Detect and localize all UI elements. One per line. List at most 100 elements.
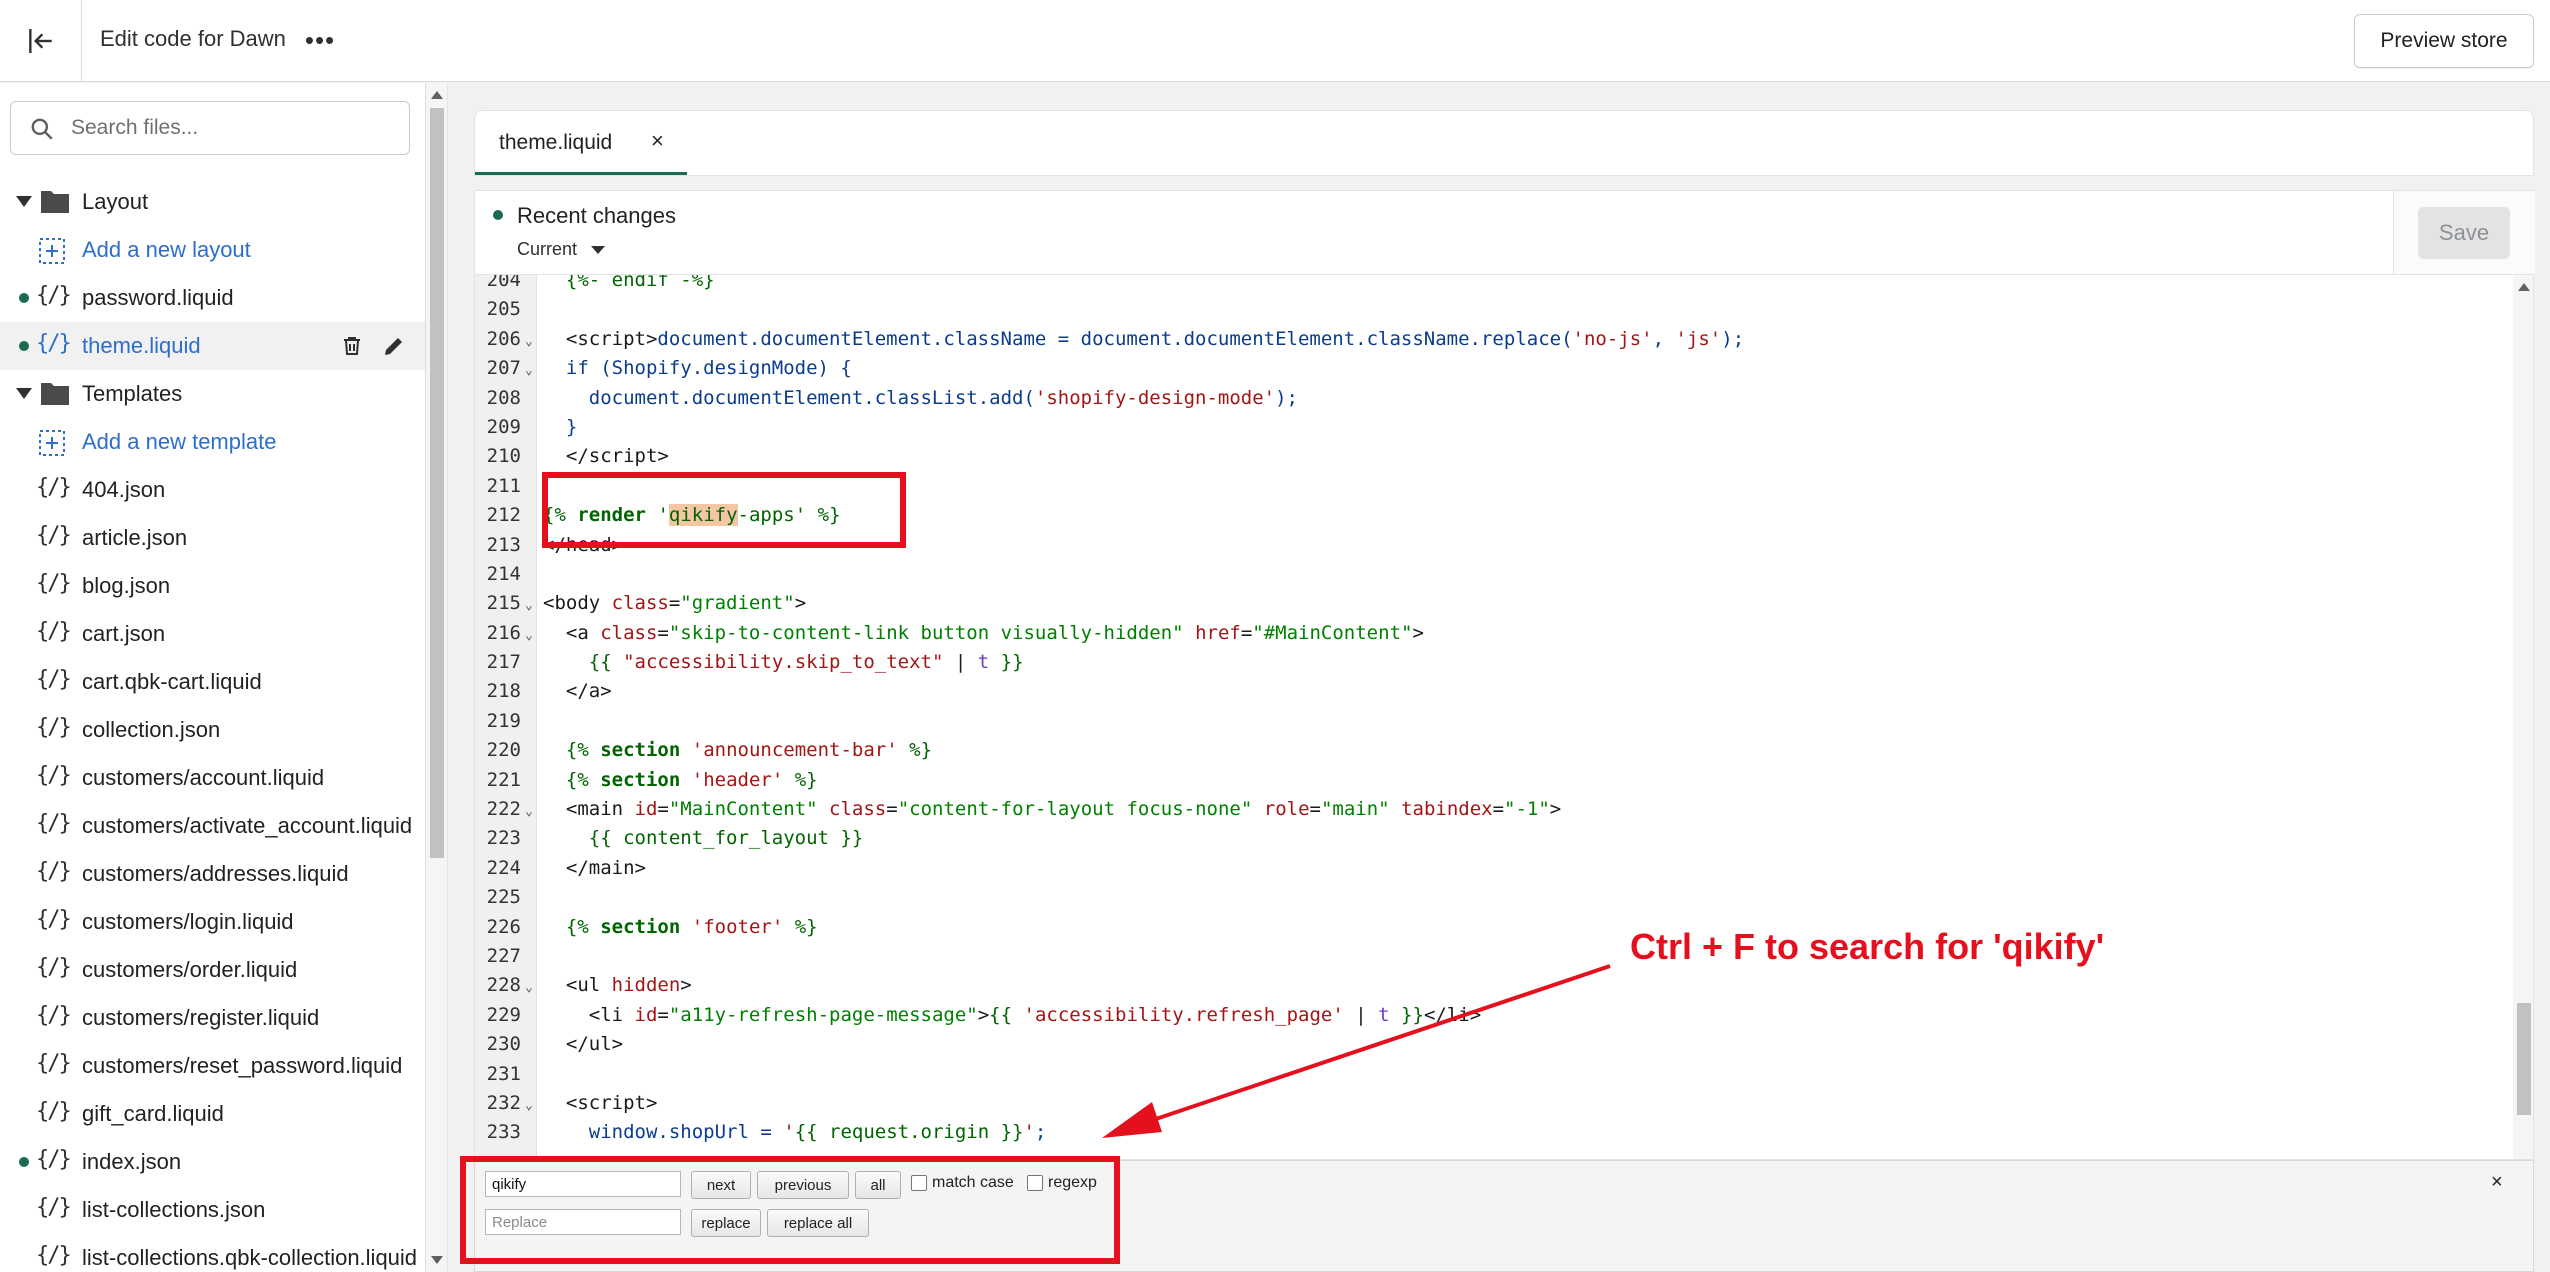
file-item-customers-login-liquid[interactable]: {/} customers/login.liquid [0, 898, 425, 946]
file-item-gift-card-liquid[interactable]: {/} gift_card.liquid [0, 1090, 425, 1138]
code-text[interactable]: </ul> [543, 1030, 623, 1059]
code-editor[interactable]: 204 {%- endif -%} 205 206 ⌄ <script>documen… [474, 274, 2534, 1160]
editor-scrollbar[interactable] [2513, 275, 2533, 1159]
code-line[interactable]: 204 {%- endif -%} [475, 275, 2505, 295]
code-line[interactable]: 221 {% section 'header' %} [475, 766, 2505, 795]
code-text[interactable]: window.shopUrl = '{{ request.origin }}'; [543, 1118, 1047, 1147]
code-text[interactable]: {{ "accessibility.skip_to_text" | t }} [543, 648, 1024, 677]
code-line[interactable]: 226 {% section 'footer' %} [475, 913, 2505, 942]
save-button[interactable]: Save [2418, 207, 2510, 259]
fold-icon[interactable]: ⌄ [525, 1091, 533, 1120]
file-item-index-json[interactable]: {/} index.json [0, 1138, 425, 1186]
file-item-collection-json[interactable]: {/} collection.json [0, 706, 425, 754]
scroll-up-icon[interactable] [2518, 283, 2530, 291]
file-item-cart-qbk-cart-liquid[interactable]: {/} cart.qbk-cart.liquid [0, 658, 425, 706]
scrollbar-thumb[interactable] [430, 108, 444, 858]
more-actions-button[interactable]: ••• [302, 22, 338, 58]
file-item-article-json[interactable]: {/} article.json [0, 514, 425, 562]
code-text[interactable]: } [543, 413, 577, 442]
code-line[interactable]: 208 document.documentElement.classList.a… [475, 384, 2505, 413]
code-line[interactable]: 228 ⌄ <ul hidden> [475, 971, 2505, 1000]
code-text[interactable]: <script>document.documentElement.classNa… [543, 325, 1744, 354]
code-line[interactable]: 224 </main> [475, 854, 2505, 883]
code-text[interactable]: <a class="skip-to-content-link button vi… [543, 619, 1424, 648]
chevron-down-icon[interactable] [591, 246, 605, 254]
code-line[interactable]: 231 [475, 1060, 2505, 1089]
fold-icon[interactable]: ⌄ [525, 327, 533, 356]
file-item-customers-order-liquid[interactable]: {/} customers/order.liquid [0, 946, 425, 994]
add-link-add-a-new-template[interactable]: Add a new template [0, 418, 425, 466]
code-text[interactable]: <ul hidden> [543, 971, 692, 1000]
code-text[interactable]: <body class="gradient"> [543, 589, 806, 618]
code-text[interactable]: {% section 'header' %} [543, 766, 818, 795]
code-text[interactable]: {% section 'footer' %} [543, 913, 818, 942]
code-line[interactable]: 207 ⌄ if (Shopify.designMode) { [475, 354, 2505, 383]
code-line[interactable]: 217 {{ "accessibility.skip_to_text" | t … [475, 648, 2505, 677]
code-line[interactable]: 216 ⌄ <a class="skip-to-content-link butt… [475, 619, 2505, 648]
trash-icon[interactable] [340, 334, 364, 358]
file-item-theme-liquid[interactable]: {/} theme.liquid [0, 322, 425, 370]
code-line[interactable]: 210 </script> [475, 442, 2505, 471]
fold-icon[interactable]: ⌄ [525, 797, 533, 826]
code-line[interactable]: 222 ⌄ <main id="MainContent" class="conte… [475, 795, 2505, 824]
add-link-add-a-new-layout[interactable]: Add a new layout [0, 226, 425, 274]
file-item-password-liquid[interactable]: {/} password.liquid [0, 274, 425, 322]
code-text[interactable]: {{ content_for_layout }} [543, 824, 864, 853]
code-line[interactable]: 220 {% section 'announcement-bar' %} [475, 736, 2505, 765]
code-line[interactable]: 218 </a> [475, 677, 2505, 706]
file-item-list-collections-qbk-collection-liquid[interactable]: {/} list-collections.qbk-collection.liqui… [0, 1234, 425, 1272]
code-line[interactable]: 214 [475, 560, 2505, 589]
pencil-icon[interactable] [382, 334, 406, 358]
file-item-blog-json[interactable]: {/} blog.json [0, 562, 425, 610]
close-tab-icon[interactable]: × [651, 128, 664, 154]
fold-icon[interactable]: ⌄ [525, 591, 533, 620]
code-line[interactable]: 205 [475, 295, 2505, 324]
fold-icon[interactable]: ⌄ [525, 973, 533, 1002]
code-line[interactable]: 229 <li id="a11y-refresh-page-message">{… [475, 1001, 2505, 1030]
fold-icon[interactable]: ⌄ [525, 621, 533, 650]
code-text[interactable]: </script> [543, 442, 669, 471]
code-text[interactable]: </a> [543, 677, 612, 706]
code-line[interactable]: 206 ⌄ <script>document.documentElement.cl… [475, 325, 2505, 354]
scrollbar-thumb[interactable] [2517, 1003, 2531, 1115]
code-text[interactable]: if (Shopify.designMode) { [543, 354, 852, 383]
preview-store-button[interactable]: Preview store [2354, 14, 2534, 68]
scroll-down-icon[interactable] [431, 1256, 443, 1264]
file-item-customers-account-liquid[interactable]: {/} customers/account.liquid [0, 754, 425, 802]
code-text[interactable]: <li id="a11y-refresh-page-message">{{ 'a… [543, 1001, 1481, 1030]
code-text[interactable]: </main> [543, 854, 646, 883]
file-item-customers-register-liquid[interactable]: {/} customers/register.liquid [0, 994, 425, 1042]
code-text[interactable]: <script> [543, 1089, 658, 1118]
code-lines[interactable]: 204 {%- endif -%} 205 206 ⌄ <script>documen… [475, 275, 2505, 1148]
file-item-customers-reset-password-liquid[interactable]: {/} customers/reset_password.liquid [0, 1042, 425, 1090]
code-text[interactable]: {%- endif -%} [543, 275, 715, 295]
file-item-404-json[interactable]: {/} 404.json [0, 466, 425, 514]
code-line[interactable]: 219 [475, 707, 2505, 736]
caret-down-icon[interactable] [16, 196, 32, 207]
code-line[interactable]: 227 [475, 942, 2505, 971]
tab-theme-liquid[interactable]: theme.liquid × [475, 111, 687, 175]
close-search-icon[interactable]: × [2491, 1171, 2503, 1194]
code-line[interactable]: 230 </ul> [475, 1030, 2505, 1059]
file-item-customers-addresses-liquid[interactable]: {/} customers/addresses.liquid [0, 850, 425, 898]
folder-layout[interactable]: Layout [0, 178, 425, 226]
file-item-list-collections-json[interactable]: {/} list-collections.json [0, 1186, 425, 1234]
code-text[interactable]: <main id="MainContent" class="content-fo… [543, 795, 1561, 824]
caret-down-icon[interactable] [16, 388, 32, 399]
code-text[interactable]: document.documentElement.classList.add('… [543, 384, 1298, 413]
code-line[interactable]: 232 ⌄ <script> [475, 1089, 2505, 1118]
file-item-customers-activate-account-liquid[interactable]: {/} customers/activate_account.liquid [0, 802, 425, 850]
code-line[interactable]: 225 [475, 883, 2505, 912]
code-line[interactable]: 223 {{ content_for_layout }} [475, 824, 2505, 853]
file-item-cart-json[interactable]: {/} cart.json [0, 610, 425, 658]
code-line[interactable]: 209 } [475, 413, 2505, 442]
exit-button[interactable] [0, 0, 82, 82]
scroll-up-icon[interactable] [431, 91, 443, 99]
code-line[interactable]: 233 window.shopUrl = '{{ request.origin … [475, 1118, 2505, 1147]
search-files-input[interactable] [71, 110, 391, 146]
code-line[interactable]: 215 ⌄ <body class="gradient"> [475, 589, 2505, 618]
sidebar-scrollbar[interactable] [426, 83, 448, 1272]
folder-templates[interactable]: Templates [0, 370, 425, 418]
version-select[interactable]: Current [517, 239, 577, 260]
code-text[interactable]: {% section 'announcement-bar' %} [543, 736, 932, 765]
